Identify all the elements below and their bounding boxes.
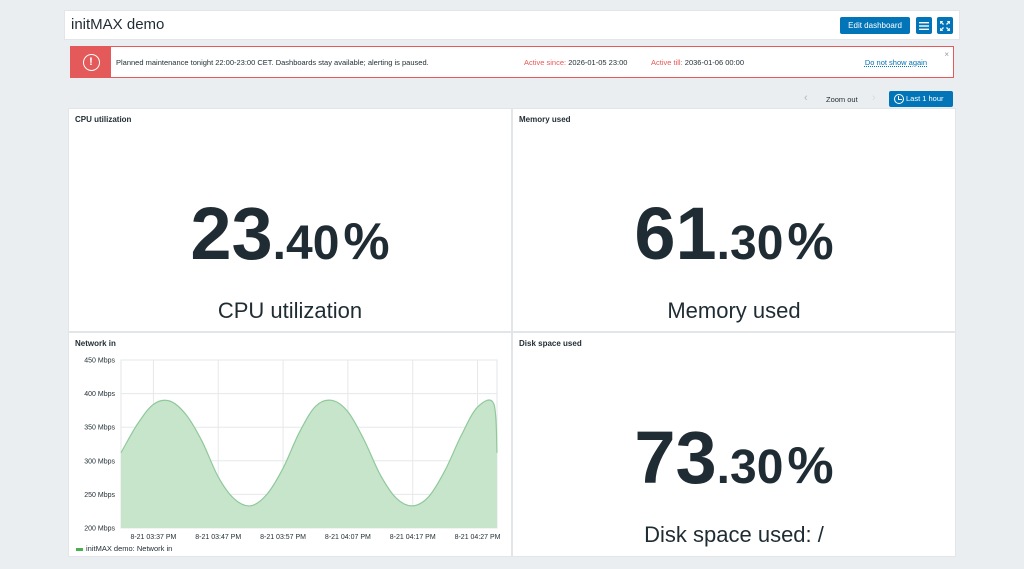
fullscreen-icon	[940, 20, 950, 31]
x-tick-label: 8-21 03:47 PM	[195, 534, 241, 541]
x-tick-label: 8-21 03:37 PM	[130, 534, 176, 541]
widget-title: CPU utilization	[75, 115, 132, 124]
time-range-label: Last 1 hour	[906, 94, 944, 103]
active-till-label: Active till:	[651, 58, 683, 67]
x-tick-label: 8-21 03:57 PM	[260, 534, 306, 541]
active-since-value: 2026-01-05 23:00	[568, 58, 628, 67]
widget-disk-space-used[interactable]: Disk space used 73.30% Disk space used: …	[512, 332, 956, 557]
time-controls: ‹ Zoom out › Last 1 hour	[800, 91, 954, 107]
y-tick-label: 300 Mbps	[84, 458, 115, 465]
y-tick-label: 200 Mbps	[84, 526, 115, 533]
cpu-value: 23.40%	[69, 191, 511, 276]
hamburger-icon	[919, 21, 929, 30]
banner-message: Planned maintenance tonight 22:00-23:00 …	[116, 58, 429, 67]
active-since: Active since: 2026-01-05 23:00	[524, 58, 627, 67]
active-till: Active till: 2036-01-06 00:00	[651, 58, 744, 67]
widget-network-in[interactable]: Network in 450 Mbps 400 Mbps 350 Mbps 300 M…	[68, 332, 512, 557]
network-chart: 450 Mbps 400 Mbps 350 Mbps 300 Mbps 250 Mbps…	[84, 358, 501, 542]
widget-description: Memory used	[667, 298, 801, 323]
value-unit: %	[787, 213, 834, 271]
value-decimal: .30	[716, 217, 784, 270]
memory-value: 61.30%	[513, 191, 955, 276]
value-integer: 73	[634, 416, 717, 499]
widget-cpu-utilization[interactable]: CPU utilization 23.40% CPU utilization	[68, 108, 512, 332]
value-decimal: .40	[272, 217, 340, 270]
widget-description: CPU utilization	[217, 298, 363, 323]
widget-title: Disk space used	[519, 339, 582, 348]
widget-title: Memory used	[519, 115, 571, 124]
value-integer: 61	[634, 192, 717, 275]
widget-memory-used[interactable]: Memory used 61.30% Memory used	[512, 108, 956, 332]
x-tick-label: 8-21 04:17 PM	[390, 534, 436, 541]
legend-swatch	[76, 547, 83, 551]
value-decimal: .30	[716, 441, 784, 494]
widget-description: Disk space used: /	[644, 522, 824, 547]
active-since-label: Active since:	[524, 58, 567, 67]
kiosk-mode-button[interactable]	[937, 17, 953, 34]
legend-label: initMAX demo: Network in	[86, 544, 173, 553]
active-till-value: 2036-01-06 00:00	[684, 58, 744, 67]
alert-icon: !	[82, 53, 100, 71]
chart-legend: initMAX demo: Network in	[76, 544, 172, 553]
time-range-button[interactable]: Last 1 hour	[889, 91, 953, 107]
chevron-right-icon: ›	[872, 92, 876, 104]
menu-button[interactable]	[916, 17, 932, 34]
value-integer: 23	[190, 192, 273, 275]
y-tick-label: 350 Mbps	[84, 425, 115, 432]
close-icon[interactable]: ×	[944, 50, 949, 59]
x-tick-label: 8-21 04:07 PM	[325, 534, 371, 541]
edit-dashboard-button[interactable]: Edit dashboard	[840, 17, 910, 34]
value-unit: %	[787, 437, 834, 495]
disk-value: 73.30%	[513, 415, 955, 500]
y-tick-label: 450 Mbps	[84, 358, 115, 365]
chevron-left-icon[interactable]: ‹	[804, 92, 808, 104]
dashboard-title: initMAX demo	[71, 16, 165, 33]
dashboard-header: initMAX demo Edit dashboard	[64, 10, 960, 40]
x-tick-label: 8-21 04:27 PM	[455, 534, 501, 541]
do-not-show-again-link[interactable]: Do not show again	[865, 58, 927, 67]
value-unit: %	[343, 213, 390, 271]
zoom-out-button[interactable]: Zoom out	[826, 95, 858, 104]
alert-icon-box: !	[71, 47, 111, 77]
maintenance-banner: ! Planned maintenance tonight 22:00-23:0…	[70, 46, 954, 78]
y-tick-label: 400 Mbps	[84, 391, 115, 398]
clock-icon	[894, 94, 904, 104]
y-tick-label: 250 Mbps	[84, 492, 115, 499]
